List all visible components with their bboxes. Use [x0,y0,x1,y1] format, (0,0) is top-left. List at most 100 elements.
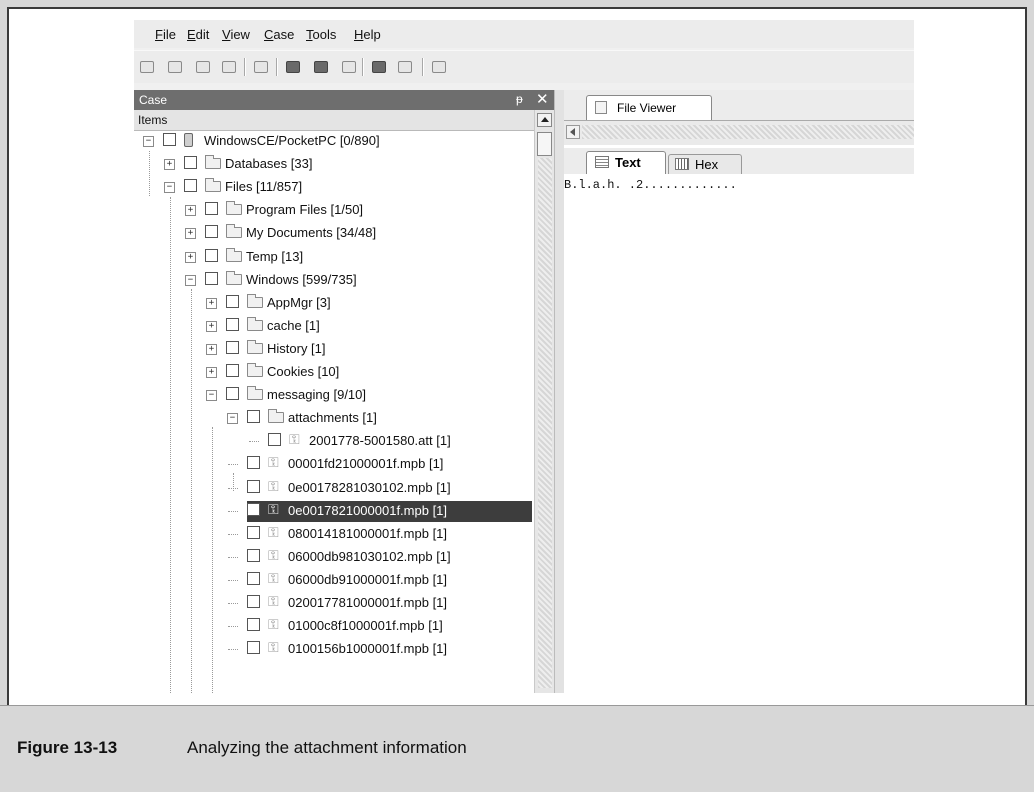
tree-checkbox[interactable] [226,364,239,377]
tree-row[interactable]: ⚿ 06000db981030102.mpb [1] [134,547,534,570]
tree-row[interactable]: + Cookies [10] [134,362,534,385]
tab-hex[interactable]: Hex [668,154,742,174]
tree-row-label: 06000db981030102.mpb [1] [288,549,451,564]
tree-checkbox[interactable] [247,480,260,493]
expand-icon[interactable]: + [206,344,217,355]
menu-tools[interactable]: Tools [306,27,336,42]
export-icon[interactable] [370,59,388,75]
menu-help[interactable]: Help [354,27,381,42]
menu-view[interactable]: View [222,27,250,42]
scroll-left-arrow-icon[interactable] [566,125,580,139]
menu-file[interactable]: File [155,27,176,42]
collapse-icon[interactable]: − [206,390,217,401]
tree-row[interactable]: − messaging [9/10] [134,385,534,408]
tab-file-viewer[interactable]: File Viewer [586,95,712,120]
tab-hex-label: Hex [695,157,719,172]
horizontal-scroll-track[interactable] [582,125,914,139]
tree-checkbox[interactable] [163,133,176,146]
expand-icon[interactable]: + [206,298,217,309]
tree-checkbox[interactable] [226,295,239,308]
tree-checkbox[interactable] [226,318,239,331]
tree-row[interactable]: − Files [11/857] [134,177,534,200]
folder-icon [268,409,284,423]
tree-checkbox[interactable] [205,272,218,285]
save-icon[interactable] [194,59,212,75]
tree-row[interactable]: ⚿ 0e0017821000001f.mpb [1] [134,501,534,524]
folder-icon [226,248,242,262]
tree-row[interactable]: + History [1] [134,339,534,362]
tree-row[interactable]: ⚿ 0100156b1000001f.mpb [1] [134,639,534,662]
expand-icon[interactable]: + [185,228,196,239]
folder-icon [247,386,263,400]
tree-row[interactable]: ⚿ 06000db91000001f.mpb [1] [134,570,534,593]
expand-icon[interactable]: + [185,205,196,216]
tree-checkbox[interactable] [247,456,260,469]
tree-row[interactable]: + Program Files [1/50] [134,200,534,223]
viewer-horizontal-scrollbar[interactable] [564,120,914,145]
search-icon[interactable] [284,59,302,75]
tree-checkbox[interactable] [268,433,281,446]
collapse-icon[interactable]: − [143,136,154,147]
menu-case[interactable]: Case [264,27,294,42]
tree-checkbox[interactable] [247,618,260,631]
tree-row[interactable]: − attachments [1] [134,408,534,431]
tree-row[interactable]: − Windows [599/735] [134,270,534,293]
new-icon[interactable] [138,59,156,75]
tree-checkbox[interactable] [205,225,218,238]
tree-row[interactable]: ⚿ 2001778-5001580.att [1] [134,431,534,454]
menu-edit[interactable]: Edit [187,27,209,42]
tree-row[interactable]: ⚿ 020017781000001f.mpb [1] [134,593,534,616]
tab-text[interactable]: Text [586,151,666,174]
tree-row[interactable]: ⚿ 080014181000001f.mpb [1] [134,524,534,547]
panel-splitter[interactable] [554,90,564,693]
tree-checkbox[interactable] [247,526,260,539]
scroll-up-arrow-icon[interactable] [537,113,552,127]
tree-checkbox[interactable] [247,572,260,585]
tree-checkbox[interactable] [247,641,260,654]
tree-row[interactable]: ⚿ 01000c8f1000001f.mpb [1] [134,616,534,639]
pin-icon[interactable]: ᵽ [516,92,523,106]
open-icon[interactable] [166,59,184,75]
tree-checkbox[interactable] [184,156,197,169]
expand-icon[interactable]: + [206,367,217,378]
items-column-header[interactable]: Items [134,110,534,131]
folder-icon [247,340,263,354]
tree-row[interactable]: ⚿ 0e00178281030102.mpb [1] [134,478,534,501]
tree-checkbox[interactable] [205,202,218,215]
tree-row[interactable]: ⚿ 00001fd21000001f.mpb [1] [134,454,534,477]
tree-checkbox[interactable] [247,410,260,423]
toolbar-separator [422,58,424,76]
lock-icon: ⚿ [268,639,279,655]
tree-scrollbar[interactable] [534,110,554,693]
collapse-icon[interactable]: − [227,413,238,424]
tree-checkbox[interactable] [226,341,239,354]
tree-row[interactable]: + AppMgr [3] [134,293,534,316]
report-icon[interactable] [430,59,448,75]
expand-icon[interactable]: + [164,159,175,170]
tree-checkbox[interactable] [247,549,260,562]
tree-checkbox[interactable] [184,179,197,192]
text-content-area[interactable]: B.l.a.h. .2............. [564,174,914,693]
tree-row[interactable]: + Temp [13] [134,247,534,270]
tree-row[interactable]: − WindowsCE/PocketPC [0/890] [134,131,534,154]
bookmark-icon[interactable] [340,59,358,75]
disabled-export-icon[interactable] [396,59,414,75]
undo-icon[interactable] [220,59,238,75]
tree-branch-line [228,649,238,650]
expand-icon[interactable]: + [185,252,196,263]
expand-icon[interactable]: + [206,321,217,332]
tree-checkbox[interactable] [247,595,260,608]
tree-checkbox[interactable] [226,387,239,400]
tree-row[interactable]: + cache [1] [134,316,534,339]
tree-checkbox[interactable] [205,249,218,262]
collapse-icon[interactable]: − [164,182,175,193]
find-icon[interactable] [312,59,330,75]
close-icon[interactable]: ✕ [536,90,549,108]
properties-icon[interactable] [252,59,270,75]
tree-row[interactable]: + Databases [33] [134,154,534,177]
collapse-icon[interactable]: − [185,275,196,286]
tree-checkbox[interactable] [247,503,260,516]
tree-row[interactable]: + My Documents [34/48] [134,223,534,246]
scroll-track[interactable] [538,158,552,688]
scroll-thumb[interactable] [537,132,552,156]
